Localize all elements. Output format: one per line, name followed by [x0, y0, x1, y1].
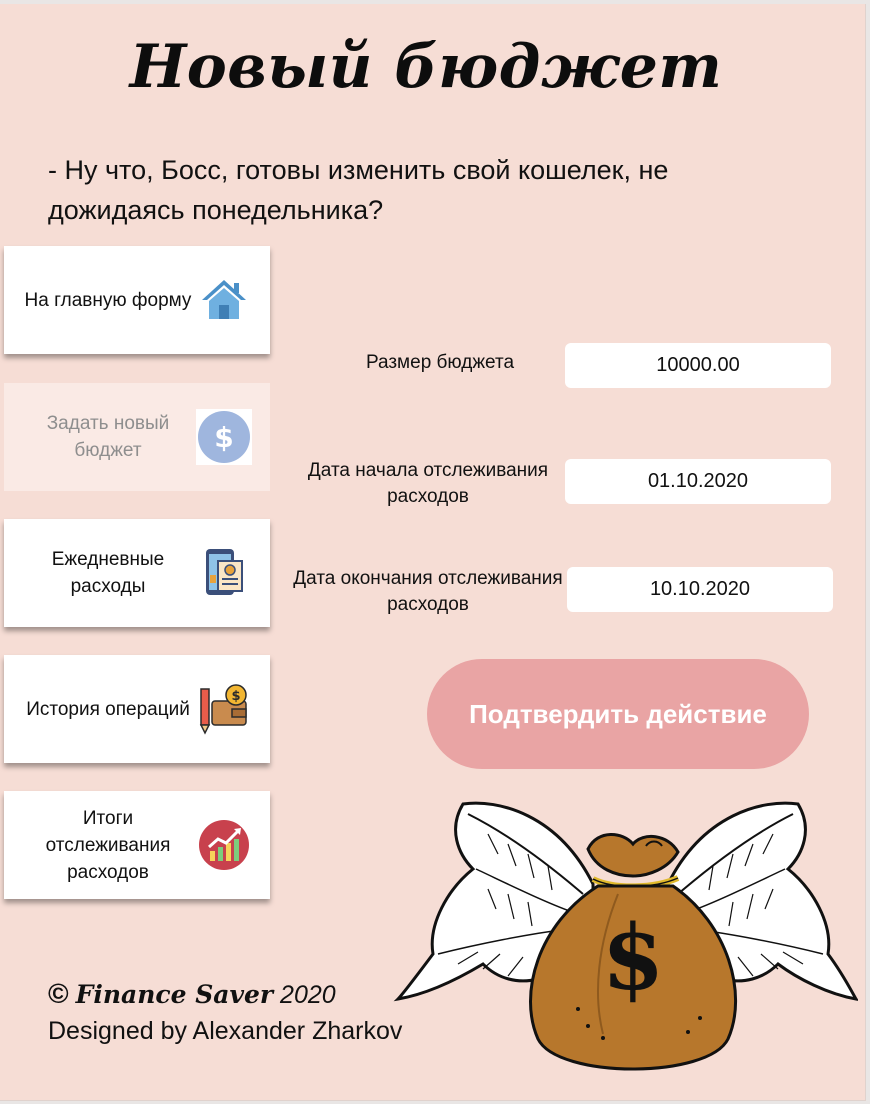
nav-summary-button[interactable]: Итоги отслеживания расходов — [4, 791, 270, 899]
start-date-label: Дата начала отслеживания расходов — [307, 460, 549, 507]
nav-daily-expenses-label: Ежедневные расходы — [51, 549, 165, 597]
budget-size-label: Размер бюджета — [365, 352, 515, 373]
end-date-input[interactable] — [567, 567, 833, 612]
end-date-label: Дата окончания отслеживания расходов — [293, 568, 563, 615]
footer-year: 2020 — [280, 981, 336, 1009]
footer-copyright-line: © Finance Saver 2020 — [48, 976, 448, 1013]
brand-name: Finance Saver — [75, 980, 274, 1009]
nav-daily-expenses-button[interactable]: Ежедневные расходы — [4, 519, 270, 627]
growth-chart-icon — [196, 817, 252, 873]
designer-credit: Designed by Alexander Zharkov — [48, 1017, 403, 1045]
svg-text:$: $ — [214, 421, 233, 454]
budget-size-input[interactable] — [565, 343, 831, 388]
winged-money-bag-illustration: $ — [388, 794, 858, 1094]
nav-summary-label: Итоги отслеживания расходов — [45, 807, 171, 883]
wallet-coin-icon: $ — [196, 681, 252, 737]
confirm-button[interactable]: Подтвердить действие — [427, 659, 809, 769]
budget-form: Новый бюджет - Ну что, Босс, готовы изме… — [0, 4, 866, 1101]
phone-receipt-icon — [196, 545, 252, 601]
nav-new-budget-label: Задать новый бюджет — [46, 413, 170, 461]
nav-home-button[interactable]: На главную форму — [4, 246, 270, 354]
start-date-input[interactable] — [565, 459, 831, 504]
nav-history-button[interactable]: История операций $ — [4, 655, 270, 763]
footer: © Finance Saver 2020 Designed by Alexand… — [48, 976, 448, 1049]
nav-home-label: На главную форму — [24, 289, 192, 311]
copyright-symbol: © — [48, 978, 69, 1009]
page-subtitle: - Ну что, Босс, готовы изменить свой кош… — [48, 155, 669, 225]
dollar-coin-icon: $ — [196, 409, 252, 465]
nav-new-budget-button[interactable]: Задать новый бюджет $ — [4, 383, 270, 491]
svg-text:$: $ — [231, 689, 240, 704]
home-icon — [196, 272, 252, 328]
page-title: Новый бюджет — [129, 32, 723, 102]
nav-history-label: История операций — [26, 698, 190, 720]
svg-text:$: $ — [602, 905, 665, 1011]
